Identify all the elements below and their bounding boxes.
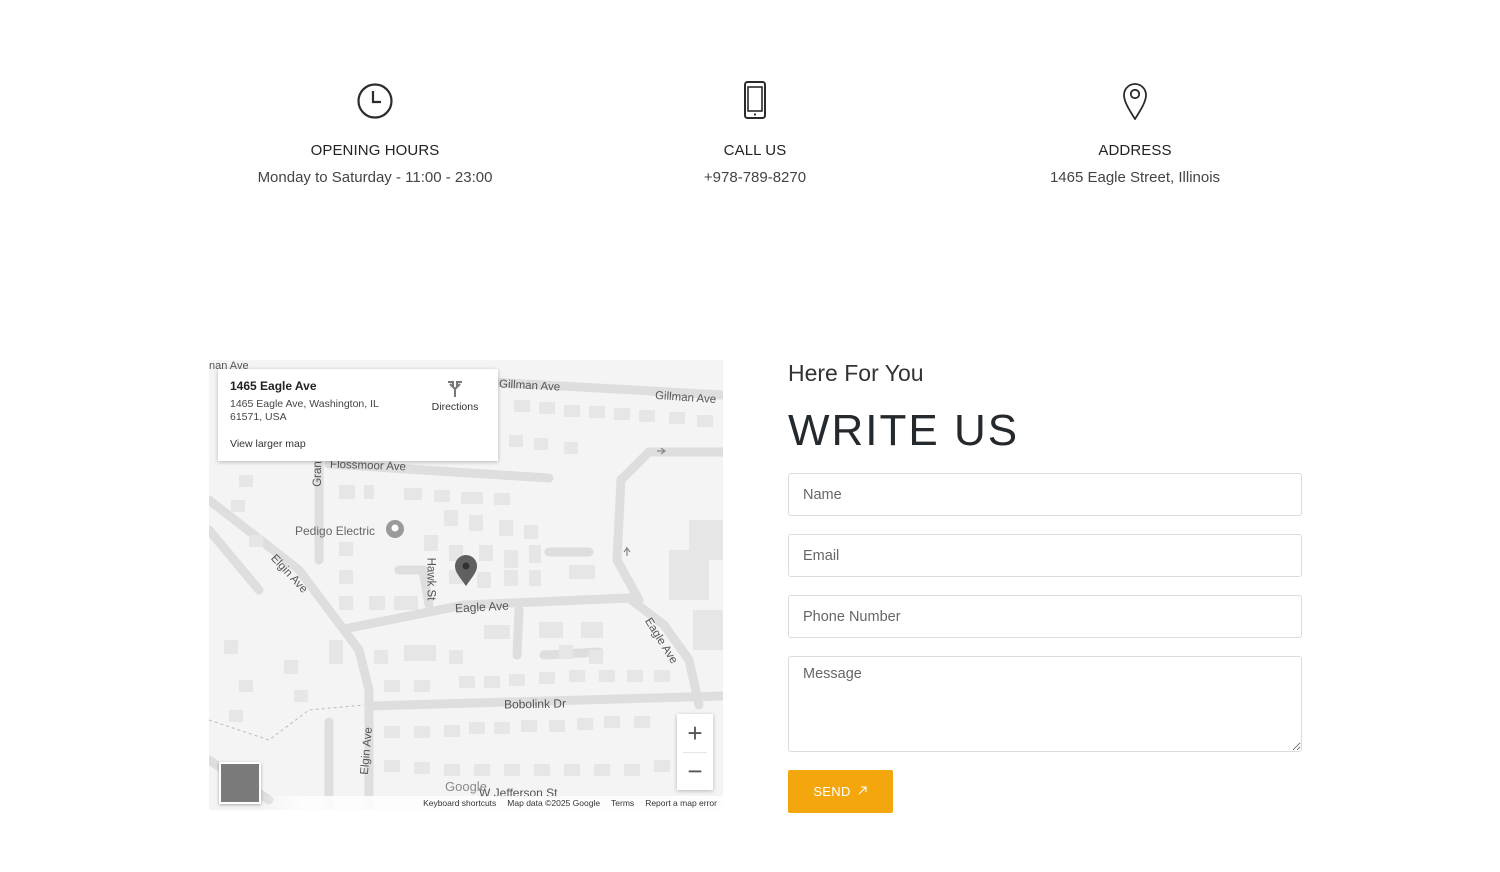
clock-icon <box>185 80 565 124</box>
map-attribution: Keyboard shortcuts Map data ©2025 Google… <box>263 796 723 810</box>
poi-label: Pedigo Electric <box>295 524 376 538</box>
info-text: Monday to Saturday - 11:00 - 23:00 <box>257 169 493 186</box>
section-title: WRITE US <box>788 406 1020 455</box>
street-label: Bobolink Dr <box>503 696 567 712</box>
terms-link[interactable]: Terms <box>611 798 634 808</box>
keyboard-shortcuts-link[interactable]: Keyboard shortcuts <box>423 798 496 808</box>
map-data-text: Map data ©2025 Google <box>507 798 601 808</box>
map-place-card: 1465 Eagle Ave 1465 Eagle Ave, Washingto… <box>218 369 498 461</box>
send-button[interactable]: SEND <box>788 770 893 813</box>
satellite-toggle[interactable] <box>219 762 261 804</box>
section-kicker: Here For You <box>788 360 924 386</box>
info-title: ADDRESS <box>1098 142 1172 159</box>
place-address: 1465 Eagle Ave, Washington, IL 61571, US… <box>230 398 379 423</box>
zoom-divider <box>683 752 707 753</box>
google-logo: Google <box>445 779 487 794</box>
send-label: SEND <box>813 784 851 799</box>
street-label: Eagle Ave <box>454 598 510 616</box>
info-text: 1465 Eagle Street, Illinois <box>1049 169 1221 186</box>
street-label: Hawk St <box>424 557 437 601</box>
directions-icon <box>425 379 485 401</box>
info-call-us: CALL US +978-789-8270 <box>565 80 945 186</box>
zoom-out-button[interactable]: − <box>677 752 713 790</box>
info-opening-hours: OPENING HOURS Monday to Saturday - 11:00… <box>185 80 565 186</box>
directions-label: Directions <box>431 401 479 413</box>
arrow-up-right-icon <box>857 784 868 799</box>
zoom-controls: + − <box>677 714 713 790</box>
street-label: Gran <box>311 461 324 487</box>
directions-button[interactable]: Directions <box>425 379 485 413</box>
phone-field[interactable] <box>788 595 1302 638</box>
report-map-error-link[interactable]: Report a map error <box>645 798 717 808</box>
info-address: ADDRESS 1465 Eagle Street, Illinois <box>945 80 1325 186</box>
name-field[interactable] <box>788 473 1302 516</box>
info-title: OPENING HOURS <box>310 142 440 159</box>
zoom-in-button[interactable]: + <box>677 714 713 752</box>
message-field[interactable] <box>788 656 1302 752</box>
place-name: 1465 Eagle Ave <box>230 379 317 393</box>
map-pin-icon <box>945 80 1325 124</box>
embedded-map[interactable]: nan Ave Gillman Ave Gillman Ave Flossmoo… <box>209 360 723 810</box>
info-text: +978-789-8270 <box>703 169 807 186</box>
view-larger-map-link[interactable]: View larger map <box>230 438 306 450</box>
email-field[interactable] <box>788 534 1302 577</box>
phone-icon <box>565 80 945 124</box>
info-title: CALL US <box>723 142 787 159</box>
